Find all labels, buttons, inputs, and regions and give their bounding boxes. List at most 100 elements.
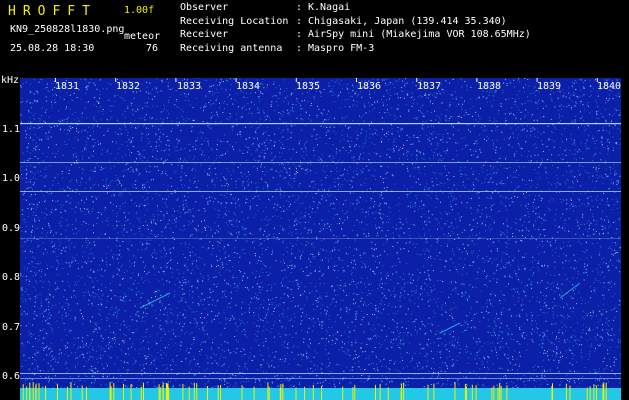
info-value: Maspro FM-3 [308,42,375,54]
signal-spike [143,382,144,400]
signal-spike [403,382,405,400]
signal-spike [387,387,389,400]
y-tick-label: 1.0 [2,173,21,184]
signal-spike [605,382,607,400]
signal-spike [304,386,306,400]
mode-label: meteor [124,31,161,42]
info-colon: : [296,29,303,40]
info-colon: : [296,15,303,27]
carrier-line [20,373,621,374]
app-name: HROFFT [8,4,97,19]
carrier-line [20,191,621,192]
signal-spike [379,384,381,400]
y-tick-label: 0.7 [2,322,21,333]
signal-spike [497,387,499,400]
x-tick-label: 1835 [296,81,321,92]
signal-spike [193,382,195,400]
y-axis-unit: kHz [1,75,20,86]
signal-spike [586,387,588,400]
x-tick-label: 1831 [55,81,80,92]
signal-spike [130,384,132,400]
signal-spike [603,382,605,400]
signal-spike [471,384,473,400]
signal-spike [354,384,356,400]
signal-spike [123,383,124,400]
signal-spike [500,385,502,400]
signal-spike [400,387,402,400]
meteor-echo [139,292,171,309]
signal-spike [57,384,58,400]
signal-spike [22,384,24,400]
x-tick-label: 1834 [236,81,261,92]
info-row-location: Receiving Location : Chigasaki, Japan (1… [180,16,620,30]
info-value: AirSpy mini (Miakejima VOR 108.65MHz) [308,29,531,40]
signal-spike [220,385,222,400]
signal-spike [109,382,111,400]
signal-spike [162,384,164,400]
spectrogram [20,78,621,400]
info-label: Observer [180,2,229,13]
signal-spike [593,384,595,400]
header-left: HROFFT 1.00f KN9_250828l1830.png meteor … [8,2,168,72]
info-row-antenna: Receiving antenna : Maspro FM-3 [180,43,620,57]
carrier-line [20,238,621,239]
signal-spike [110,386,112,400]
signal-spike [70,382,72,400]
signal-spike [267,382,269,400]
signal-spike [433,383,435,400]
signal-spike [196,383,198,400]
station-info: Observer : K.Nagai Receiving Location : … [180,2,620,56]
y-tick-label: 0.9 [2,223,21,234]
info-label: Receiving Location [180,15,289,27]
y-tick-label: 0.8 [2,272,21,283]
info-label: Receiving antenna [180,42,283,54]
signal-spike [569,385,571,400]
y-tick-label: 1.1 [2,124,21,135]
count-label: 76 [146,43,159,54]
signal-spike [158,384,160,400]
signal-spike [168,387,170,400]
signal-spike [81,385,83,400]
signal-spike [66,386,68,400]
signal-spike [207,385,208,400]
signal-spike [113,383,115,400]
signal-spike [253,386,255,400]
info-value: K.Nagai [308,2,351,13]
signal-spike [26,386,28,400]
signal-spike [499,382,501,400]
signal-spike [427,384,429,400]
x-tick-label: 1838 [477,81,502,92]
signal-spike [29,387,31,400]
signal-spike [312,384,314,400]
info-label: Receiver [180,29,229,40]
signal-spike [464,384,466,400]
x-tick-label: 1840 [597,81,622,92]
version-label: 1.00f [124,5,155,16]
signal-spike [188,386,190,400]
signal-spike [375,385,376,400]
carrier-line [20,162,621,163]
signal-spike [217,385,219,400]
signal-spike [280,383,282,400]
y-tick-label: 0.6 [2,371,21,382]
info-row-observer: Observer : K.Nagai [180,2,620,16]
signal-spike [165,382,167,400]
carrier-line [20,123,621,125]
info-value: Chigasaki, Japan (139.414 35.340) [308,15,507,27]
datetime-label: 25.08.28 18:30 [10,43,95,54]
meteor-echo [559,282,581,299]
signal-spike [352,387,354,400]
signal-spike [454,382,456,400]
signal-spike [268,386,270,400]
signal-spike [475,385,477,400]
signal-spike [491,387,493,400]
x-tick-label: 1833 [177,81,202,92]
info-colon: : [296,2,303,13]
signal-spike [321,386,323,400]
signal-spike [182,383,184,400]
signal-spike [493,385,495,400]
signal-spike [32,382,34,400]
signal-spike [140,386,142,400]
signal-spike [282,383,284,400]
spectrogram-noise [20,78,621,400]
